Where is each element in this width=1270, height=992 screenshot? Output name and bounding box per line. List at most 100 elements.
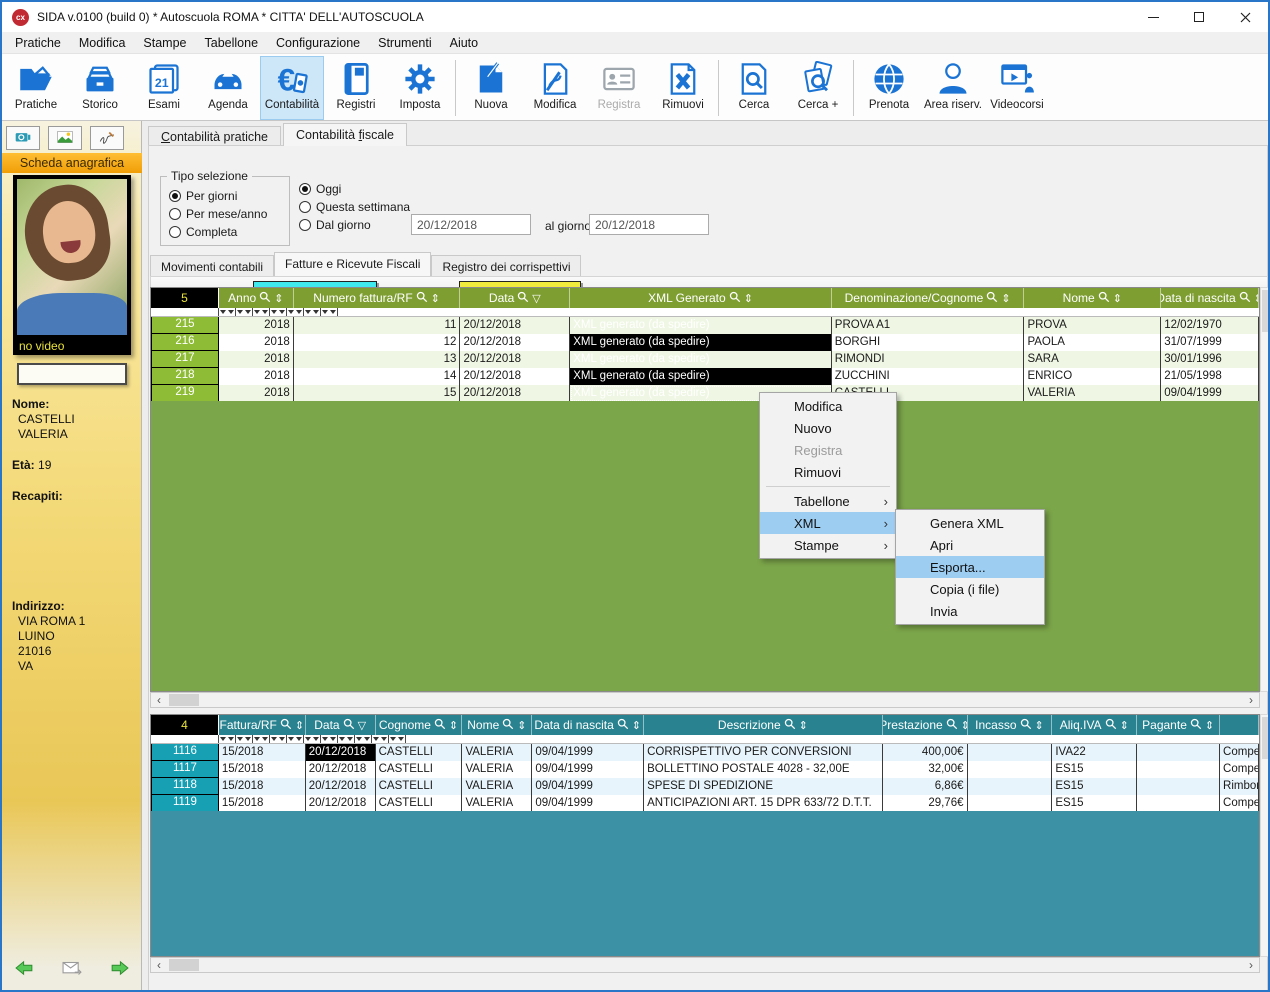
scroll-left-icon[interactable]: ‹ [151,958,167,972]
lines-col-extra[interactable] [1220,715,1259,735]
cell[interactable]: 15/2018 [219,778,306,795]
cell[interactable]: Compete [1220,744,1259,761]
toolbar-registra-button[interactable]: Registra [587,56,651,120]
sort-updown-icon[interactable]: ⇕ [295,719,304,732]
filter-cell[interactable] [253,735,270,743]
picture-button[interactable] [48,126,82,150]
cell[interactable]: 11 [294,317,461,334]
toolbar-imposta-button[interactable]: Imposta [388,56,452,120]
lines-col-nome[interactable]: Nome⇕ [462,715,532,735]
context-menu-registra[interactable]: Registra [760,439,896,461]
cell[interactable]: ANTICIPAZIONI ART. 15 DPR 633/72 D.T.T. [644,795,883,812]
cell[interactable]: 2018 [219,317,294,334]
toolbar-agenda-button[interactable]: Agenda [196,56,260,120]
sort-updown-icon[interactable]: ⇕ [1113,292,1122,305]
cell[interactable]: 20/12/2018 [460,317,570,334]
filter-cell[interactable] [321,735,338,743]
submenu-genera-xml[interactable]: Genera XML [896,512,1044,534]
toolbar-area-riserv--button[interactable]: Area riserv. [921,56,985,120]
cell[interactable]: 15/2018 [219,795,306,812]
cell[interactable]: 2018 [219,385,294,402]
close-button[interactable] [1222,2,1268,32]
scroll-right-icon[interactable]: › [1243,693,1259,707]
tab-contabilit-pratiche[interactable]: Contabilità pratiche [148,126,281,146]
sort-updown-icon[interactable]: ⇕ [1035,719,1044,732]
search-icon[interactable] [1098,291,1110,306]
row-id-cell[interactable]: 1119 [151,795,219,812]
submenu-esporta-[interactable]: Esporta... [896,556,1044,578]
lines-col-descrizione[interactable]: Descrizione⇕ [644,715,883,735]
cell[interactable]: CASTELLI [376,795,463,812]
cell[interactable]: ENRICO [1024,368,1161,385]
cell[interactable]: 12/02/1970 [1161,317,1259,334]
search-icon[interactable] [986,291,998,306]
cell[interactable]: ES15 [1052,778,1137,795]
cell[interactable]: ES15 [1052,795,1137,812]
invoices-grid-hscrollbar[interactable]: ‹ › [150,692,1260,708]
filter-cell[interactable] [389,735,406,743]
invoices-col-numero-fattura-rf[interactable]: Numero fattura/RF⇕ [294,288,461,308]
filter-cell[interactable] [304,308,321,316]
sort-updown-icon[interactable]: ⇕ [632,719,641,732]
cell[interactable]: BORGHI [832,334,1025,351]
radio-oggi[interactable]: Oggi [299,182,410,196]
subtab-movimenti-contabili[interactable]: Movimenti contabili [150,255,274,276]
sort-updown-icon[interactable]: ⇕ [431,292,440,305]
radio-questa-settimana[interactable]: Questa settimana [299,200,410,214]
cell[interactable]: PROVA A1 [832,317,1025,334]
cell[interactable]: 20/12/2018 [460,385,570,402]
cell[interactable]: 20/12/2018 [306,778,376,795]
menu-modifica[interactable]: Modifica [70,33,135,53]
lines-col-incasso[interactable]: Incasso⇕ [968,715,1053,735]
lines-col-pagante[interactable]: Pagante⇕ [1137,715,1220,735]
cell[interactable]: 15/2018 [219,744,306,761]
filter-cell[interactable] [321,308,338,316]
tab-contabilit-fiscale[interactable]: Contabilità fiscale [283,123,407,146]
cell[interactable]: 2018 [219,368,294,385]
cell[interactable]: 14 [294,368,461,385]
cell[interactable]: 20/12/2018 [460,334,570,351]
search-icon[interactable] [617,718,629,733]
toolbar-rimuovi-button[interactable]: Rimuovi [651,56,715,120]
signature-button[interactable] [90,126,124,150]
scroll-left-icon[interactable]: ‹ [151,693,167,707]
radio-dal-giorno[interactable]: Dal giorno [299,218,410,232]
row-id-cell[interactable]: 219 [151,385,219,402]
cell[interactable]: XML generato (da spedire) [570,334,832,351]
sort-updown-icon[interactable]: ⇕ [449,719,458,732]
search-icon[interactable] [729,291,741,306]
cell[interactable]: VALERIA [1024,385,1161,402]
sort-desc-icon[interactable]: ▽ [358,719,366,732]
maximize-button[interactable] [1176,2,1222,32]
filter-cell[interactable] [270,308,287,316]
sort-updown-icon[interactable]: ⇕ [517,719,526,732]
invoices-grid-vscrollbar[interactable] [1260,287,1270,692]
dal-giorno-input[interactable] [411,214,531,235]
cell[interactable] [1137,761,1220,778]
toolbar-cerca-button[interactable]: Cerca [722,56,786,120]
submenu-invia[interactable]: Invia [896,600,1044,622]
cell[interactable]: 400,00€ [883,744,968,761]
cell[interactable]: PAOLA [1024,334,1161,351]
cell[interactable]: 20/12/2018 [306,761,376,778]
cell[interactable]: VALERIA [462,761,532,778]
invoices-col-xml-generato[interactable]: XML Generato⇕ [570,288,832,308]
menu-configurazione[interactable]: Configurazione [267,33,369,53]
filter-cell[interactable] [219,308,236,316]
filter-cell[interactable] [236,308,253,316]
row-id-cell[interactable]: 217 [151,351,219,368]
toolbar-esami-button[interactable]: 21Esami [132,56,196,120]
lines-col-cognome[interactable]: Cognome⇕ [376,715,463,735]
cell[interactable] [968,795,1053,812]
invoices-col-denominazione-cognome[interactable]: Denominazione/Cognome⇕ [832,288,1025,308]
filter-cell[interactable] [219,735,236,743]
context-menu-modifica[interactable]: Modifica [760,395,896,417]
context-menu-xml[interactable]: XML› [760,512,896,534]
cell[interactable]: 15/2018 [219,761,306,778]
cell[interactable]: 09/04/1999 [532,744,644,761]
menu-aiuto[interactable]: Aiuto [441,33,488,53]
search-icon[interactable] [280,718,292,733]
cell[interactable]: 32,00€ [883,761,968,778]
sort-updown-icon[interactable]: ⇕ [961,719,968,732]
toolbar-modifica-button[interactable]: Modifica [523,56,587,120]
